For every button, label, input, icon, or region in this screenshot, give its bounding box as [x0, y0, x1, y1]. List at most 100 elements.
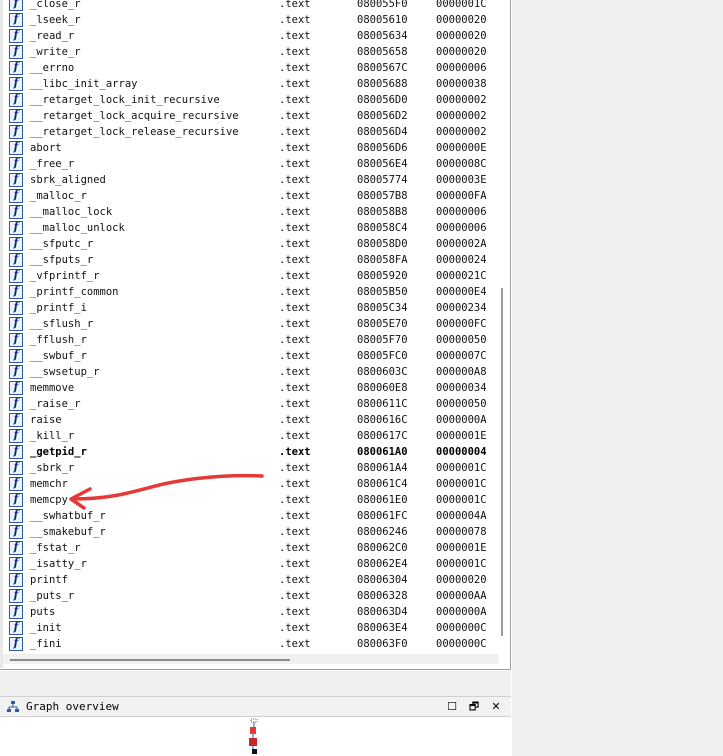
function-length: 00000020 — [436, 14, 487, 26]
function-segment: .text — [279, 478, 311, 490]
function-row[interactable]: f memchr .text 080061C4 0000001C — [0, 476, 500, 492]
horizontal-scrollbar[interactable] — [3, 654, 499, 664]
function-row[interactable]: f memmove .text 080060E8 00000034 — [0, 380, 500, 396]
function-start-address: 080058C4 — [357, 222, 408, 234]
function-row[interactable]: f _kill_r .text 0800617C 0000001E — [0, 428, 500, 444]
function-row[interactable]: f __smakebuf_r .text 08006246 00000078 — [0, 524, 500, 540]
function-row[interactable]: f _puts_r .text 08006328 000000AA — [0, 588, 500, 604]
function-start-address: 080056D2 — [357, 110, 408, 122]
function-segment: .text — [279, 446, 311, 458]
function-row[interactable]: f sbrk_aligned .text 08005774 0000003E — [0, 172, 500, 188]
function-start-address: 08005F70 — [357, 334, 408, 346]
function-row[interactable]: f _sbrk_r .text 080061A4 0000001C — [0, 460, 500, 476]
function-row[interactable]: f raise .text 0800616C 0000000A — [0, 412, 500, 428]
function-row[interactable]: f _printf_common .text 08005B50 000000E4 — [0, 284, 500, 300]
function-f-icon: f — [9, 108, 23, 123]
function-start-address: 080063F0 — [357, 638, 408, 650]
function-f-icon: f — [9, 172, 23, 187]
function-row[interactable]: f abort .text 080056D6 0000000E — [0, 140, 500, 156]
close-button[interactable]: ✕ — [488, 699, 504, 715]
function-start-address: 080061FC — [357, 510, 408, 522]
function-row[interactable]: f _free_r .text 080056E4 0000008C — [0, 156, 500, 172]
function-row[interactable]: f __malloc_unlock .text 080058C4 00000006 — [0, 220, 500, 236]
function-f-icon: f — [9, 588, 23, 603]
function-segment: .text — [279, 46, 311, 58]
function-name: _fflush_r — [30, 334, 87, 346]
restore-button[interactable]: 🗗 — [466, 699, 482, 715]
function-row[interactable]: f _printf_i .text 08005C34 00000234 — [0, 300, 500, 316]
function-f-icon: f — [9, 444, 23, 459]
function-segment: .text — [279, 190, 311, 202]
function-segment: .text — [279, 174, 311, 186]
function-row[interactable]: f __sfputc_r .text 080058D0 0000002A — [0, 236, 500, 252]
function-name: __swbuf_r — [30, 350, 87, 362]
function-start-address: 080060E8 — [357, 382, 408, 394]
function-start-address: 080056E4 — [357, 158, 408, 170]
function-row[interactable]: f memcpy .text 080061E0 0000001C — [0, 492, 500, 508]
function-length: 00000006 — [436, 62, 487, 74]
function-length: 00000050 — [436, 398, 487, 410]
function-length: 00000020 — [436, 574, 487, 586]
maximize-button[interactable]: ☐ — [444, 699, 460, 715]
function-length: 00000234 — [436, 302, 487, 314]
function-name: __sfputc_r — [30, 238, 94, 250]
function-name: _raise_r — [30, 398, 81, 410]
vertical-scrollbar-thumb[interactable] — [501, 288, 503, 636]
function-f-icon: f — [9, 348, 23, 363]
function-row[interactable]: f __sfputs_r .text 080058FA 00000024 — [0, 252, 500, 268]
function-name: memcpy — [30, 494, 68, 506]
function-row[interactable]: f _isatty_r .text 080062E4 0000001C — [0, 556, 500, 572]
function-row[interactable]: f __swbuf_r .text 08005FC0 0000007C — [0, 348, 500, 364]
function-row[interactable]: f __sflush_r .text 08005E70 000000FC — [0, 316, 500, 332]
function-length: 00000050 — [436, 334, 487, 346]
function-segment: .text — [279, 158, 311, 170]
function-row[interactable]: f printf .text 08006304 00000020 — [0, 572, 500, 588]
vertical-scrollbar[interactable] — [499, 0, 507, 650]
function-f-icon: f — [9, 572, 23, 587]
function-row[interactable]: f _init .text 080063E4 0000000C — [0, 620, 500, 636]
function-row[interactable]: f __libc_init_array .text 08005688 00000038 — [0, 76, 500, 92]
function-row[interactable]: f _raise_r .text 0800611C 00000050 — [0, 396, 500, 412]
function-length: 0000000A — [436, 606, 487, 618]
function-name: __sflush_r — [30, 318, 94, 330]
function-f-icon: f — [9, 92, 23, 107]
function-row[interactable]: f _fini .text 080063F0 0000000C — [0, 636, 500, 652]
function-f-icon: f — [9, 428, 23, 443]
function-row[interactable]: f _fstat_r .text 080062C0 0000001E — [0, 540, 500, 556]
function-name: __malloc_unlock — [30, 222, 125, 234]
function-row[interactable]: f __retarget_lock_init_recursive .text 0800… — [0, 92, 500, 108]
function-length: 000000E4 — [436, 286, 487, 298]
function-row[interactable]: f _lseek_r .text 08005610 00000020 — [0, 12, 500, 28]
function-start-address: 08005FC0 — [357, 350, 408, 362]
function-name: __malloc_lock — [30, 206, 113, 218]
function-segment: .text — [279, 638, 311, 650]
overview-graph-miniature[interactable] — [244, 718, 260, 756]
function-segment: .text — [279, 462, 311, 474]
function-row[interactable]: f __errno .text 0800567C 00000006 — [0, 60, 500, 76]
function-row[interactable]: f __retarget_lock_acquire_recursive .text 0… — [0, 108, 500, 124]
function-row[interactable]: f _malloc_r .text 080057B8 000000FA — [0, 188, 500, 204]
function-length: 0000003E — [436, 174, 487, 186]
function-name: __errno — [30, 62, 75, 74]
function-row[interactable]: f __swhatbuf_r .text 080061FC 0000004A — [0, 508, 500, 524]
function-row[interactable]: f puts .text 080063D4 0000000A — [0, 604, 500, 620]
function-f-icon: f — [9, 12, 23, 27]
function-start-address: 08005610 — [357, 14, 408, 26]
functions-list: f _close_r .text 080055F0 0000001C f _lseek_r.… — [0, 0, 500, 652]
function-row[interactable]: f __malloc_lock .text 080058B8 00000006 — [0, 204, 500, 220]
horizontal-scrollbar-thumb[interactable] — [10, 659, 290, 661]
function-row[interactable]: f __retarget_lock_release_recursive .text 0… — [0, 124, 500, 140]
function-start-address: 080056D4 — [357, 126, 408, 138]
function-name: _close_r — [30, 0, 81, 10]
function-row[interactable]: f _read_r .text 08005634 00000020 — [0, 28, 500, 44]
function-name: __retarget_lock_acquire_recursive — [30, 110, 239, 122]
function-segment: .text — [279, 0, 311, 10]
function-row[interactable]: f _vfprintf_r .text 08005920 0000021C — [0, 268, 500, 284]
function-row[interactable]: f _fflush_r .text 08005F70 00000050 — [0, 332, 500, 348]
function-row[interactable]: f _getpid_r .text 080061A0 00000004 — [0, 444, 500, 460]
function-row[interactable]: f _close_r .text 080055F0 0000001C — [0, 0, 500, 12]
function-row[interactable]: f _write_r .text 08005658 00000020 — [0, 44, 500, 60]
function-f-icon: f — [9, 284, 23, 299]
function-row[interactable]: f __swsetup_r .text 0800603C 000000A8 — [0, 364, 500, 380]
function-segment: .text — [279, 94, 311, 106]
